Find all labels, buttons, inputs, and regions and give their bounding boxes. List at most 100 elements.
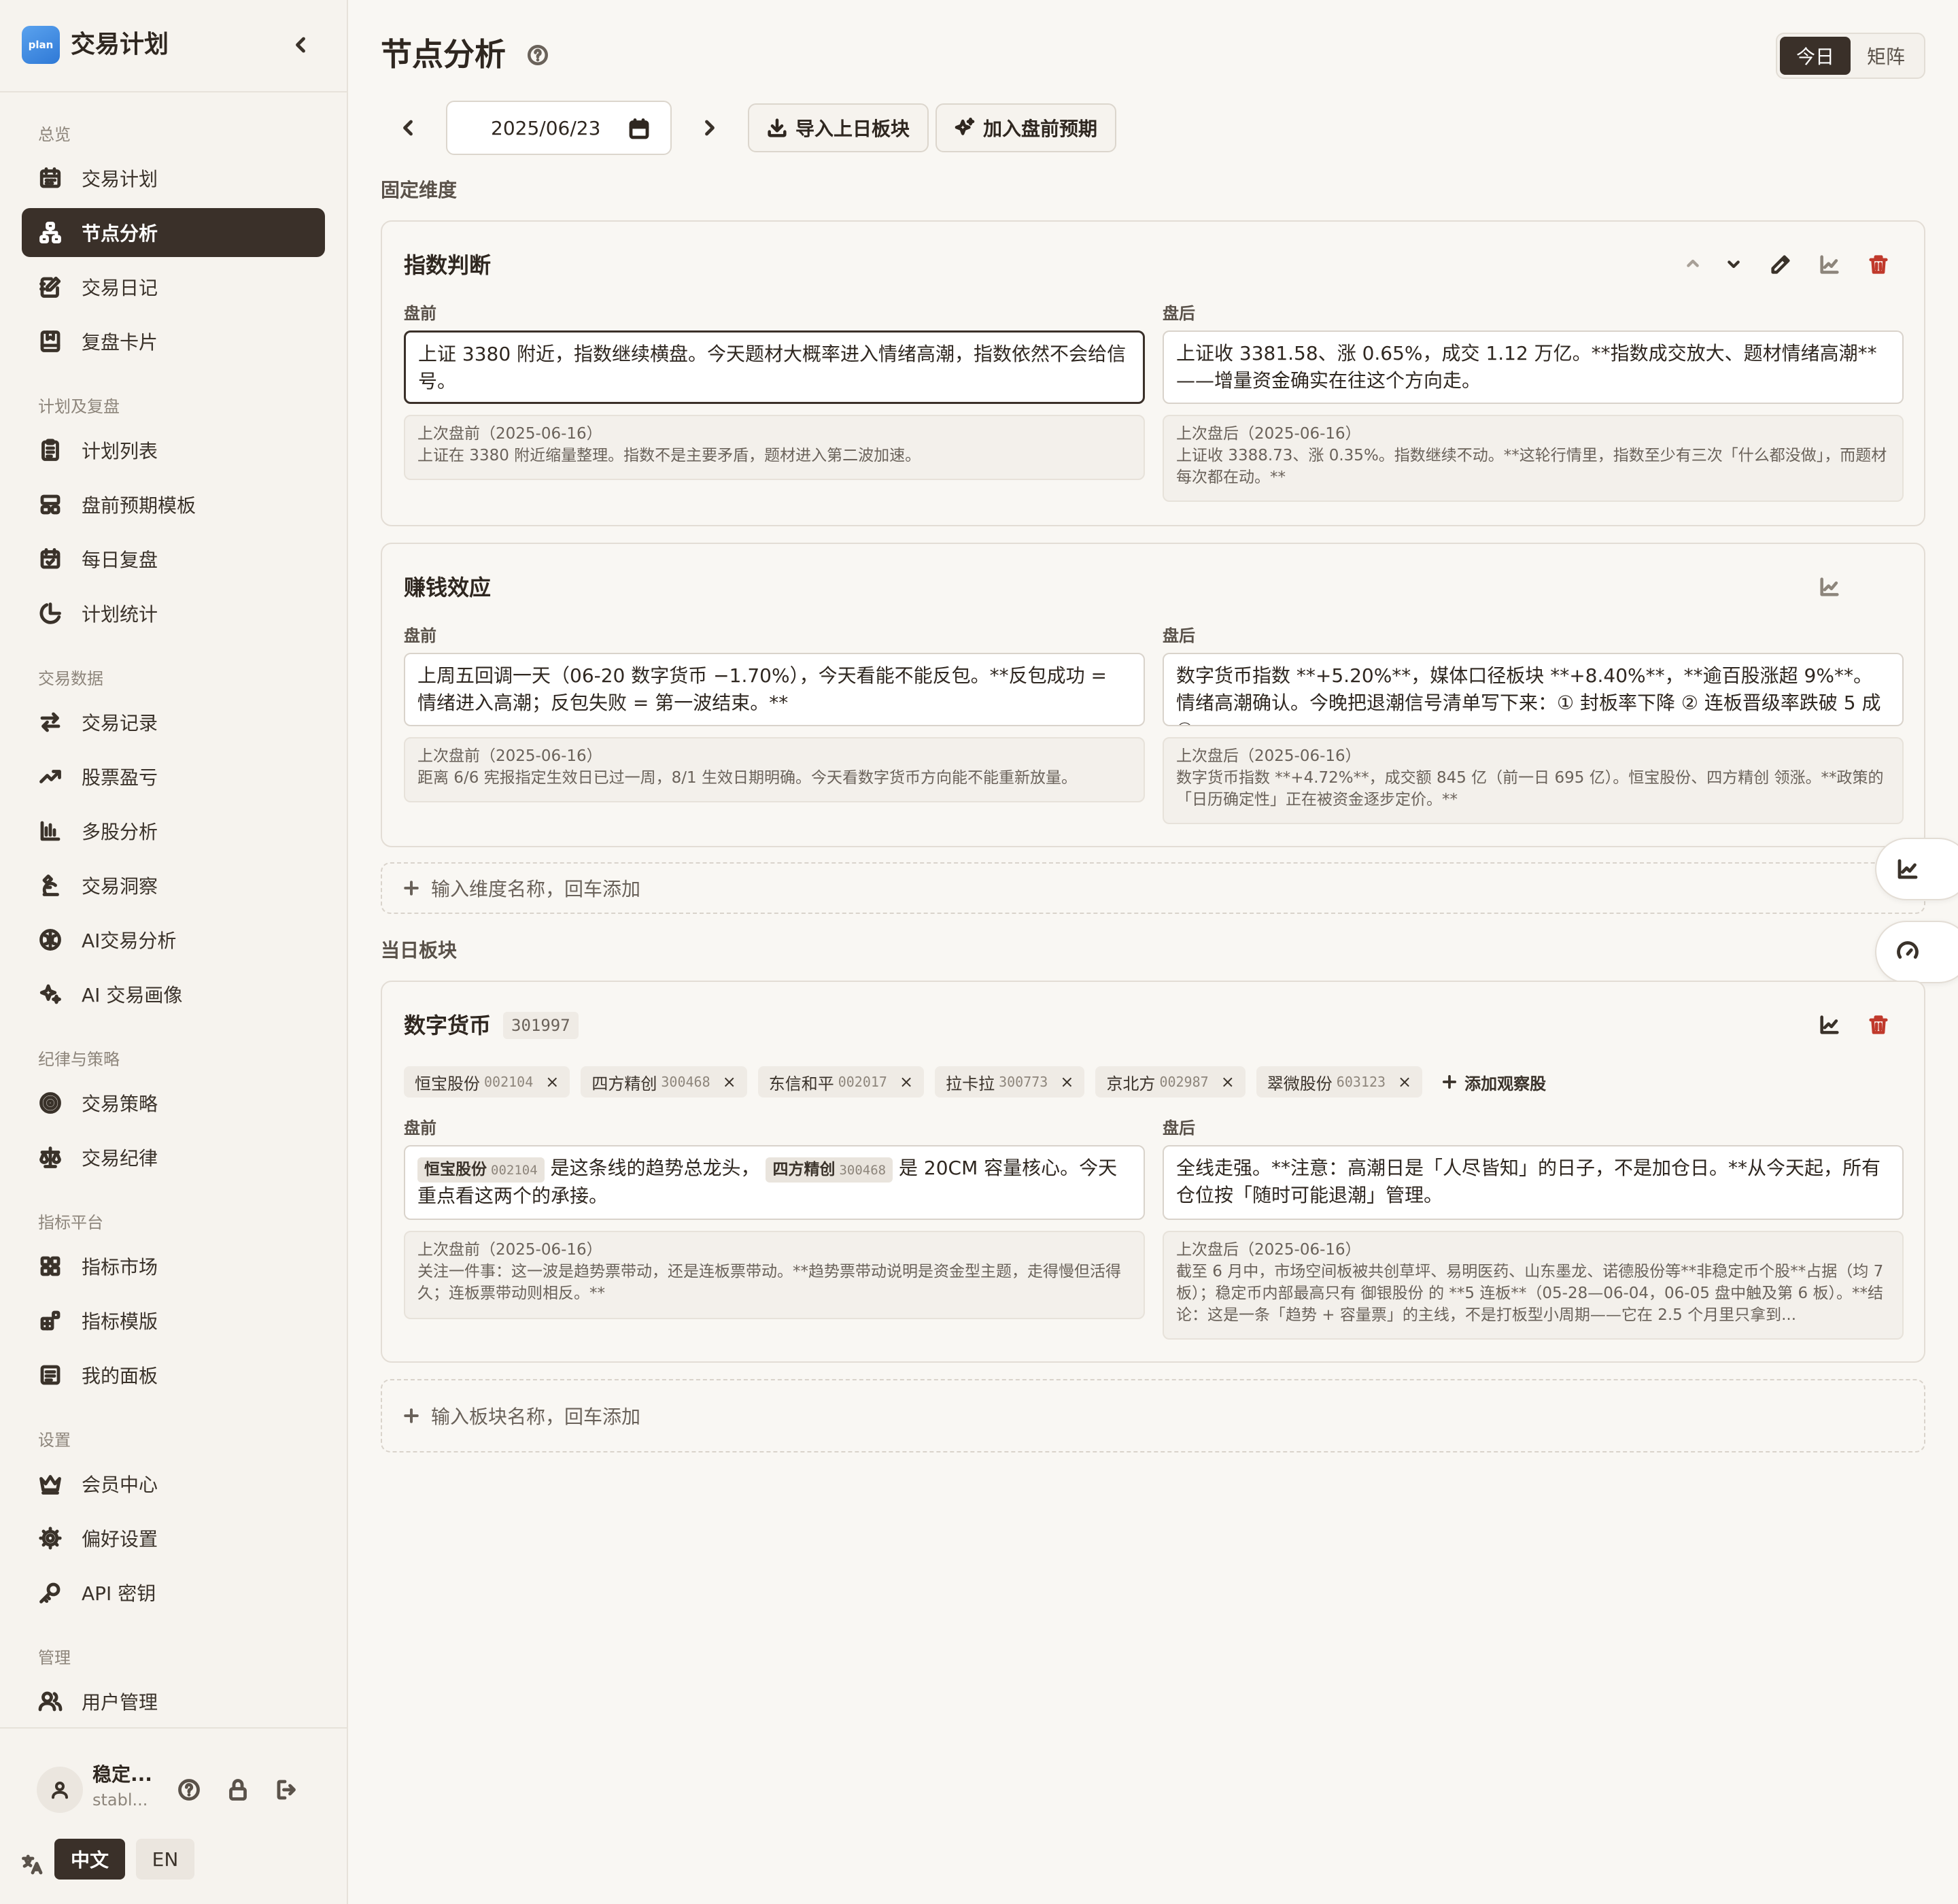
nav-item-trade-plan[interactable]: 交易计划 — [22, 154, 325, 203]
lang-zh-button[interactable]: 中文 — [54, 1839, 125, 1880]
calendar-icon — [39, 167, 61, 188]
stock-mention[interactable]: 四方精创 300468 — [766, 1157, 893, 1183]
remove-icon[interactable]: × — [1060, 1072, 1074, 1091]
remove-icon[interactable]: × — [1398, 1072, 1411, 1091]
stock-code: 300468 — [661, 1074, 710, 1090]
nav-item-ai-profile[interactable]: AI 交易画像 — [22, 970, 325, 1019]
prev-pre-note: 上次盘前（2025-06-16） 上证在 3380 附近缩量整理。指数不是主要矛… — [404, 415, 1145, 480]
nav-item-my-panel[interactable]: 我的面板 — [22, 1350, 325, 1399]
panel-icon — [40, 1365, 61, 1385]
nav-item-preferences[interactable]: 偏好设置 — [22, 1514, 325, 1563]
chevron-up-icon — [1687, 259, 1699, 267]
post-input[interactable]: 上证收 3381.58、涨 0.65%，成交 1.12 万亿。**指数成交放大、… — [1163, 330, 1904, 404]
remove-icon[interactable]: × — [723, 1072, 736, 1091]
nav-item-trade-records[interactable]: 交易记录 — [22, 698, 325, 747]
dimension-card-index: 指数判断 盘前 盘后 上证 3380 附近，指数继续横盘。今天题材大概率进入情绪… — [381, 220, 1925, 526]
logout-button[interactable] — [275, 1778, 299, 1802]
nav-item-plan-stats[interactable]: 计划统计 — [22, 589, 325, 638]
floating-gauge-button[interactable] — [1875, 921, 1958, 983]
import-prev-sectors-button[interactable]: 导入上日板块 — [748, 103, 929, 152]
view-today-button[interactable]: 今日 — [1780, 37, 1851, 75]
stock-chip[interactable]: 恒宝股份 002104 × — [404, 1066, 570, 1098]
stock-chip[interactable]: 四方精创 300468 × — [581, 1066, 747, 1098]
avatar[interactable] — [37, 1767, 83, 1813]
post-input[interactable]: 全线走强。**注意：高潮日是「人尽皆知」的日子，不是加仓日。**从今天起，所有仓… — [1163, 1145, 1904, 1220]
add-premarket-button[interactable]: 加入盘前预期 — [935, 103, 1117, 152]
stock-mention[interactable]: 恒宝股份 002104 — [417, 1157, 545, 1183]
move-up-button[interactable] — [1682, 253, 1704, 275]
lock-button[interactable] — [226, 1778, 250, 1802]
collapse-sidebar-button[interactable] — [288, 33, 313, 57]
nav-item-node-analysis[interactable]: 节点分析 — [22, 208, 325, 257]
move-down-button[interactable] — [1723, 253, 1745, 275]
user-email: stabl... — [92, 1790, 148, 1809]
stock-chip[interactable]: 京北方 002987 × — [1095, 1066, 1246, 1098]
calendar-icon[interactable] — [627, 117, 651, 141]
prev-post-text: 数字货币指数 **+4.72%**，成交额 845 亿（前一日 695 亿）。恒… — [1176, 769, 1884, 809]
nav-item-review-cards[interactable]: 复盘卡片 — [22, 317, 325, 366]
nav-item-premarket-template[interactable]: 盘前预期模板 — [22, 480, 325, 529]
nav-item-multi-stock[interactable]: 多股分析 — [22, 806, 325, 855]
pre-input[interactable]: 上周五回调一天（06-20 数字货币 −1.70%），今天看能不能反包。**反包… — [404, 653, 1145, 726]
view-matrix-button[interactable]: 矩阵 — [1851, 37, 1921, 75]
stock-chip[interactable]: 拉卡拉 300773 × — [935, 1066, 1085, 1098]
nav-item-trade-insight[interactable]: 交易洞察 — [22, 861, 325, 910]
add-dimension-input[interactable]: 输入维度名称，回车添加 — [381, 862, 1925, 914]
nav-item-indicator-market[interactable]: 指标市场 — [22, 1242, 325, 1291]
sparkles-icon — [39, 984, 61, 1004]
card-title: 指数判断 — [404, 252, 492, 278]
nav-item-daily-review[interactable]: 每日复盘 — [22, 534, 325, 583]
stock-name: 恒宝股份 — [415, 1074, 480, 1093]
nav-item-label: 我的面板 — [82, 1365, 158, 1387]
nav-section-admin: 管理 — [38, 1648, 71, 1667]
nav-item-trade-journal[interactable]: 交易日记 — [22, 262, 325, 311]
lang-en-button[interactable]: EN — [136, 1839, 194, 1880]
prev-date-button[interactable] — [396, 116, 420, 140]
nav-item-ai-analysis[interactable]: AI交易分析 — [22, 915, 325, 964]
nav-item-label: 偏好设置 — [82, 1528, 158, 1550]
nav-item-label: 指标模版 — [82, 1310, 158, 1333]
floating-chart-button[interactable] — [1875, 838, 1958, 900]
nav-item-plan-list[interactable]: 计划列表 — [22, 426, 325, 475]
remove-icon[interactable]: × — [899, 1072, 913, 1091]
stock-name: 四方精创 — [772, 1161, 836, 1178]
stock-chip[interactable]: 东信和平 002017 × — [757, 1066, 925, 1098]
delete-button[interactable] — [1867, 253, 1890, 276]
app-title: 交易计划 — [71, 31, 169, 58]
date-input[interactable]: 2025/06/23 — [446, 101, 672, 155]
page-help-button[interactable] — [526, 44, 549, 67]
nav-item-indicator-template[interactable]: 指标模版 — [22, 1296, 325, 1345]
trash-icon — [1869, 1015, 1888, 1034]
nav-item-membership[interactable]: 会员中心 — [22, 1459, 325, 1508]
stock-code: 002017 — [838, 1074, 887, 1090]
user-footer: 稳定... stabl... 中文 EN — [0, 1727, 348, 1904]
delete-button[interactable] — [1867, 1013, 1890, 1036]
nav-item-trade-strategy[interactable]: 交易策略 — [22, 1078, 325, 1127]
chart-button[interactable] — [1818, 575, 1841, 598]
nav-item-label: 交易洞察 — [82, 875, 158, 898]
post-input[interactable]: 数字货币指数 **+5.20%**，媒体口径板块 **+8.40%**，**逾百… — [1163, 653, 1904, 726]
next-date-button[interactable] — [698, 116, 722, 140]
nav-item-api-keys[interactable]: API 密钥 — [22, 1568, 325, 1617]
chart-button[interactable] — [1818, 253, 1841, 276]
prev-pre-note: 上次盘前（2025-06-16） 距离 6/6 宪报指定生效日已过一周，8/1 … — [404, 737, 1145, 802]
stock-chip[interactable]: 翠微股份 603123 × — [1256, 1066, 1423, 1098]
add-watch-stock-button[interactable]: 添加观察股 — [1440, 1070, 1546, 1094]
remove-icon[interactable]: × — [1221, 1072, 1235, 1091]
chevron-left-icon — [296, 37, 305, 53]
stock-name: 京北方 — [1106, 1074, 1156, 1093]
pre-input[interactable]: 恒宝股份 002104 是这条线的趋势总龙头， 四方精创 300468 是 20CM… — [404, 1145, 1145, 1220]
edit-button[interactable] — [1769, 253, 1792, 276]
sector-card-digital-currency: 数字货币 301997 恒宝股份 002104 × 四方精创 300468 × 东信和平… — [381, 981, 1925, 1363]
add-sector-input[interactable]: 输入板块名称，回车添加 — [381, 1379, 1925, 1452]
card-title: 赚钱效应 — [404, 575, 492, 600]
help-button[interactable] — [177, 1778, 201, 1802]
nav-item-trade-discipline[interactable]: 交易纪律 — [22, 1133, 325, 1182]
pre-input[interactable]: 上证 3380 附近，指数继续横盘。今天题材大概率进入情绪高潮，指数依然不会给信… — [404, 330, 1145, 404]
nav-item-stock-pnl[interactable]: 股票盈亏 — [22, 752, 325, 801]
plus-icon — [404, 1408, 419, 1423]
remove-icon[interactable]: × — [545, 1072, 559, 1091]
chart-button[interactable] — [1818, 1013, 1841, 1036]
prev-post-heading: 上次盘后（2025-06-16） — [1176, 425, 1361, 443]
nav-item-user-management[interactable]: 用户管理 — [22, 1677, 325, 1726]
